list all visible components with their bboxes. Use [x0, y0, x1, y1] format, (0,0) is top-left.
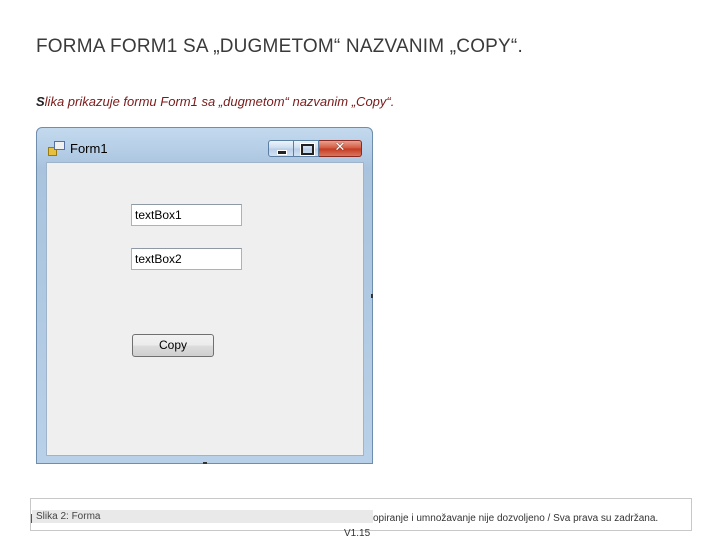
textbox1-input[interactable]: textBox1: [131, 204, 242, 226]
window-titlebar[interactable]: Form1 ✕: [37, 128, 372, 162]
window-title: Form1: [70, 141, 108, 156]
resize-handle-bottom[interactable]: [203, 462, 207, 464]
minimize-button[interactable]: [268, 140, 294, 157]
resize-handle-right[interactable]: [371, 294, 373, 298]
footer-figure-label: Slika 2: Forma: [32, 510, 373, 523]
caption-text: lika prikazuje formu Form1 sa „dugmetom“…: [44, 94, 395, 109]
slide-footer: Slika 2: Forma opiranje i umnožavanje ni…: [30, 498, 692, 539]
window-caption-buttons: ✕: [268, 140, 362, 158]
maximize-button[interactable]: [294, 140, 319, 157]
slide-title: FORMA FORM1 SA „DUGMETOM“ NAZVANIM „COPY…: [36, 36, 523, 57]
textbox2-input[interactable]: textBox2: [131, 248, 242, 270]
figure-caption: Slika prikazuje formu Form1 sa „dugmetom…: [36, 94, 394, 109]
form-client-area: textBox1 textBox2 Copy: [46, 162, 364, 456]
minimize-icon: [277, 150, 287, 155]
caption-first-letter: S: [36, 94, 45, 109]
windows-form-icon: [48, 141, 65, 156]
maximize-icon: [300, 143, 315, 156]
copy-button[interactable]: Copy: [132, 334, 214, 357]
close-icon: ✕: [334, 140, 346, 155]
footer-rights-notice: opiranje i umnožavanje nije dozvoljeno /…: [373, 513, 659, 524]
form1-window: Form1 ✕ textBox1 textBox2 Copy: [36, 127, 373, 464]
footer-version: V1.15: [344, 528, 371, 539]
close-button[interactable]: ✕: [319, 140, 362, 157]
